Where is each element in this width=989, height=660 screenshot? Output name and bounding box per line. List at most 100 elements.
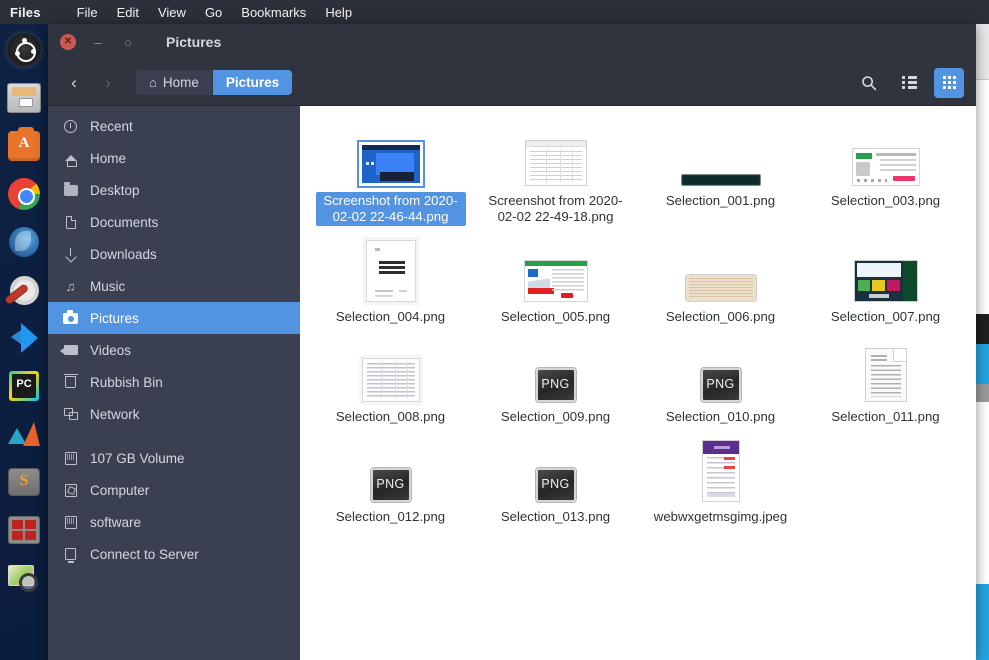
breadcrumb: ⌂ Home Pictures — [136, 70, 293, 95]
file-item[interactable]: Selection_011.png — [803, 334, 968, 434]
sidebar-item-videos[interactable]: Videos — [48, 334, 300, 366]
file-thumbnail — [851, 124, 920, 186]
menu-item-view[interactable]: View — [158, 5, 186, 20]
file-thumbnail: PNG — [370, 440, 411, 502]
menu-item-bookmarks[interactable]: Bookmarks — [241, 5, 306, 20]
menu-item-file[interactable]: File — [77, 5, 98, 20]
file-item[interactable]: Selection_007.png — [803, 234, 968, 334]
sidebar-label-downloads: Downloads — [90, 246, 157, 262]
file-label: Selection_001.png — [665, 193, 776, 208]
sidebar-label-connect-to-server: Connect to Server — [90, 546, 199, 562]
drive-icon — [62, 451, 79, 465]
menu-item-help[interactable]: Help — [325, 5, 352, 20]
text-document-thumbnail — [864, 348, 907, 402]
dock-item-system-tools[interactable] — [4, 270, 44, 310]
file-item[interactable]: PNG Selection_009.png — [473, 334, 638, 434]
sidebar-item-software[interactable]: software — [48, 506, 300, 538]
sidebar-item-home[interactable]: Home — [48, 142, 300, 174]
dock-item-blue-spiral-app[interactable] — [4, 222, 44, 262]
file-label: Selection_010.png — [665, 409, 776, 424]
file-browser-content[interactable]: Screenshot from 2020-02-02 22-46-44.png … — [300, 106, 976, 660]
file-label: Selection_007.png — [830, 309, 941, 324]
red-grid-icon — [8, 516, 40, 544]
menu-item-edit[interactable]: Edit — [117, 5, 139, 20]
gear-wrench-icon — [8, 275, 40, 305]
sidebar-label-home: Home — [90, 150, 127, 166]
file-item[interactable]: Selection_006.png — [638, 234, 803, 334]
file-thumbnail — [524, 124, 587, 186]
dock-item-ubuntu-dash[interactable] — [4, 30, 44, 70]
file-item[interactable]: Selection_004.png — [308, 234, 473, 334]
file-label: Screenshot from 2020-02-02 22-46-44.png — [315, 192, 466, 226]
sidebar-label-recent: Recent — [90, 118, 133, 134]
file-item[interactable]: Selection_003.png — [803, 118, 968, 234]
dock-item-image-viewer[interactable] — [4, 558, 44, 598]
file-item[interactable]: Screenshot from 2020-02-02 22-46-44.png — [308, 118, 473, 234]
file-item[interactable]: Selection_001.png — [638, 118, 803, 234]
dock-item-google-chrome[interactable] — [4, 174, 44, 214]
file-thumbnail: PNG — [535, 440, 576, 502]
dock-item-vs-code[interactable] — [4, 318, 44, 358]
search-icon[interactable] — [854, 68, 884, 98]
minimize-icon[interactable]: – — [90, 34, 106, 50]
toolbar-actions — [854, 67, 964, 98]
camera-icon — [62, 310, 79, 324]
sidebar-label-107-gb-volume: 107 GB Volume — [90, 450, 185, 466]
dock-item-ubuntu-software[interactable] — [4, 126, 44, 166]
sidebar-item-documents[interactable]: Documents — [48, 206, 300, 238]
sidebar-item-connect-to-server[interactable]: Connect to Server — [48, 538, 300, 570]
file-item[interactable]: Screenshot from 2020-02-02 22-49-18.png — [473, 118, 638, 234]
sidebar-item-computer[interactable]: Computer — [48, 474, 300, 506]
file-label: webwxgetmsgimg.jpeg — [653, 509, 788, 524]
sidebar-item-desktop[interactable]: Desktop — [48, 174, 300, 206]
vscode-icon — [9, 323, 39, 353]
dock-item-files[interactable] — [4, 78, 44, 118]
file-item[interactable]: Selection_005.png — [473, 234, 638, 334]
dock-item-red-grid-app[interactable] — [4, 510, 44, 550]
png-badge-label: PNG — [706, 377, 735, 391]
screenshot-desktop-thumbnail — [356, 140, 425, 188]
maximize-icon[interactable]: ○ — [120, 34, 136, 50]
sidebar-item-107-gb-volume[interactable]: 107 GB Volume — [48, 442, 300, 474]
launcher-dock — [0, 24, 48, 660]
dock-item-matlab[interactable] — [4, 414, 44, 454]
dock-item-pycharm[interactable] — [4, 366, 44, 406]
menu-item-go[interactable]: Go — [205, 5, 222, 20]
sidebar-item-rubbish-bin[interactable]: Rubbish Bin — [48, 366, 300, 398]
file-item[interactable]: PNG Selection_013.png — [473, 434, 638, 534]
file-label: Selection_004.png — [335, 309, 446, 324]
window-controls: ✕ – ○ — [60, 34, 136, 50]
pycharm-icon — [9, 371, 39, 401]
sidebar-label-desktop: Desktop — [90, 182, 140, 198]
sidebar-item-music[interactable]: ♫ Music — [48, 270, 300, 302]
sidebar-item-downloads[interactable]: Downloads — [48, 238, 300, 270]
list-view-icon[interactable] — [894, 68, 924, 98]
sidebar-item-pictures[interactable]: Pictures — [48, 302, 300, 334]
sidebar-item-network[interactable]: Network — [48, 398, 300, 430]
file-item[interactable]: PNG Selection_012.png — [308, 434, 473, 534]
png-badge-thumbnail: PNG — [535, 468, 576, 502]
sidebar-item-recent[interactable]: Recent — [48, 110, 300, 142]
breadcrumb-item-pictures[interactable]: Pictures — [212, 70, 293, 95]
beige-stripes-thumbnail — [684, 274, 757, 302]
breadcrumb-item-home[interactable]: ⌂ Home — [136, 70, 213, 95]
file-thumbnail — [684, 240, 757, 302]
matlab-icon — [8, 420, 40, 448]
computer-icon — [62, 483, 79, 497]
file-item[interactable]: PNG Selection_010.png — [638, 334, 803, 434]
network-icon — [62, 408, 79, 420]
forward-button[interactable]: › — [94, 69, 122, 97]
close-icon[interactable]: ✕ — [60, 34, 76, 50]
png-badge-thumbnail: PNG — [370, 468, 411, 502]
back-button[interactable]: ‹ — [60, 69, 88, 97]
file-item[interactable]: webwxgetmsgimg.jpeg — [638, 434, 803, 534]
file-label: Selection_003.png — [830, 193, 941, 208]
files-window: ✕ – ○ Pictures ‹ › ⌂ Home Pictures Recen… — [48, 24, 976, 660]
file-item[interactable]: Selection_008.png — [308, 334, 473, 434]
breadcrumb-label-pictures: Pictures — [225, 75, 280, 90]
grid-view-icon[interactable] — [934, 67, 964, 98]
panel-menubar: File Edit View Go Bookmarks Help — [55, 5, 352, 20]
sidebar-label-music: Music — [90, 278, 126, 294]
dock-item-sublime-text[interactable] — [4, 462, 44, 502]
panel-app-name[interactable]: Files — [0, 5, 55, 20]
